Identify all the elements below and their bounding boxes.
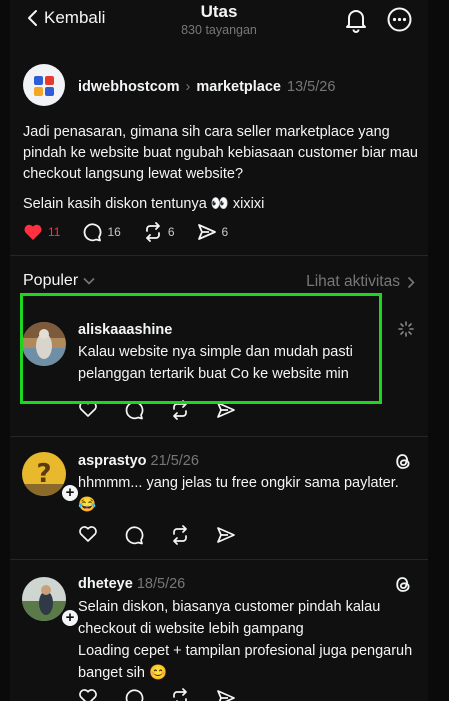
follow-button[interactable]: +: [60, 608, 80, 628]
repost-button[interactable]: 6: [143, 222, 175, 242]
reply-header: asprastyo 21/5/26: [78, 453, 199, 469]
reply-actions: [78, 525, 236, 545]
notification-button[interactable]: [344, 7, 368, 38]
comment-count: 16: [107, 225, 121, 239]
divider: [10, 559, 428, 560]
follow-button[interactable]: +: [60, 483, 80, 503]
selection-highlight: [20, 293, 382, 404]
reply-line: hhmmm... yang jelas tu free ongkir sama …: [78, 475, 399, 491]
bell-icon: [346, 10, 366, 33]
sort-dropdown[interactable]: Populer: [23, 272, 95, 290]
comment-icon[interactable]: [124, 688, 144, 701]
activity-label: Lihat aktivitas: [306, 273, 400, 290]
right-backdrop: [428, 0, 449, 701]
divider: [10, 436, 428, 437]
top-bar: Kembali Utas 830 tayangan: [10, 0, 428, 44]
repost-icon: [145, 222, 160, 242]
like-count: 11: [48, 225, 61, 239]
more-icon: [387, 7, 412, 32]
post-body: Jadi penasaran, gimana sih cara seller m…: [23, 122, 418, 224]
post-stats: 11 16 6 6: [23, 222, 250, 242]
divider: [10, 255, 428, 256]
loading-icon: [398, 321, 414, 342]
send-icon[interactable]: [216, 525, 236, 545]
reply-text: hhmmm... yang jelas tu free ongkir sama …: [78, 472, 423, 516]
avatar[interactable]: [23, 64, 65, 106]
reply-username[interactable]: asprastyo: [78, 453, 147, 469]
heart-icon[interactable]: [78, 688, 98, 701]
threads-icon[interactable]: [394, 575, 412, 594]
post-paragraph: Jadi penasaran, gimana sih cara seller m…: [23, 124, 418, 182]
send-icon: [197, 224, 216, 240]
post-author[interactable]: idwebhostcom: [78, 79, 180, 95]
post-header: idwebhostcom › marketplace 13/5/26: [78, 79, 335, 95]
separator-icon: ›: [185, 79, 191, 95]
reply-line: Loading cepet + tampilan profesional jug…: [78, 643, 413, 681]
brand-logo-icon: [34, 76, 54, 96]
reply-date: 18/5/26: [136, 576, 186, 592]
reply-username[interactable]: dheteye: [78, 576, 133, 592]
comment-button[interactable]: 16: [82, 222, 121, 242]
reply-text: Selain diskon, biasanya customer pindah …: [78, 596, 423, 684]
comment-icon[interactable]: [124, 525, 144, 545]
chevron-right-icon: [407, 276, 415, 288]
reply-line: 😂: [78, 497, 97, 513]
reply-line: Selain diskon, biasanya customer pindah …: [78, 599, 381, 637]
repost-icon[interactable]: [170, 688, 190, 701]
post-paragraph: Selain kasih diskon tentunya 👀 xixixi: [23, 196, 265, 212]
comment-icon: [84, 223, 102, 242]
reply-date: 21/5/26: [150, 453, 199, 469]
activity-link[interactable]: Lihat aktivitas: [306, 273, 415, 291]
repost-icon[interactable]: [170, 525, 190, 545]
heart-icon[interactable]: [78, 525, 98, 543]
share-count: 6: [221, 225, 229, 239]
sort-label: Populer: [23, 272, 79, 289]
repost-count: 6: [167, 225, 175, 239]
like-button[interactable]: 11: [23, 223, 60, 241]
reply-actions: [78, 688, 236, 701]
thread-view: Kembali Utas 830 tayangan idwebhostcom ›…: [10, 0, 428, 701]
left-backdrop: [0, 0, 10, 701]
post-date: 13/5/26: [287, 79, 336, 95]
heart-filled-icon: [24, 224, 42, 240]
reply-header: dheteye 18/5/26: [78, 576, 185, 592]
more-button[interactable]: [387, 7, 412, 37]
community-link[interactable]: marketplace: [196, 79, 281, 95]
chevron-down-icon: [83, 277, 95, 285]
threads-icon[interactable]: [394, 452, 412, 471]
send-icon[interactable]: [216, 688, 236, 701]
share-button[interactable]: 6: [197, 222, 229, 242]
